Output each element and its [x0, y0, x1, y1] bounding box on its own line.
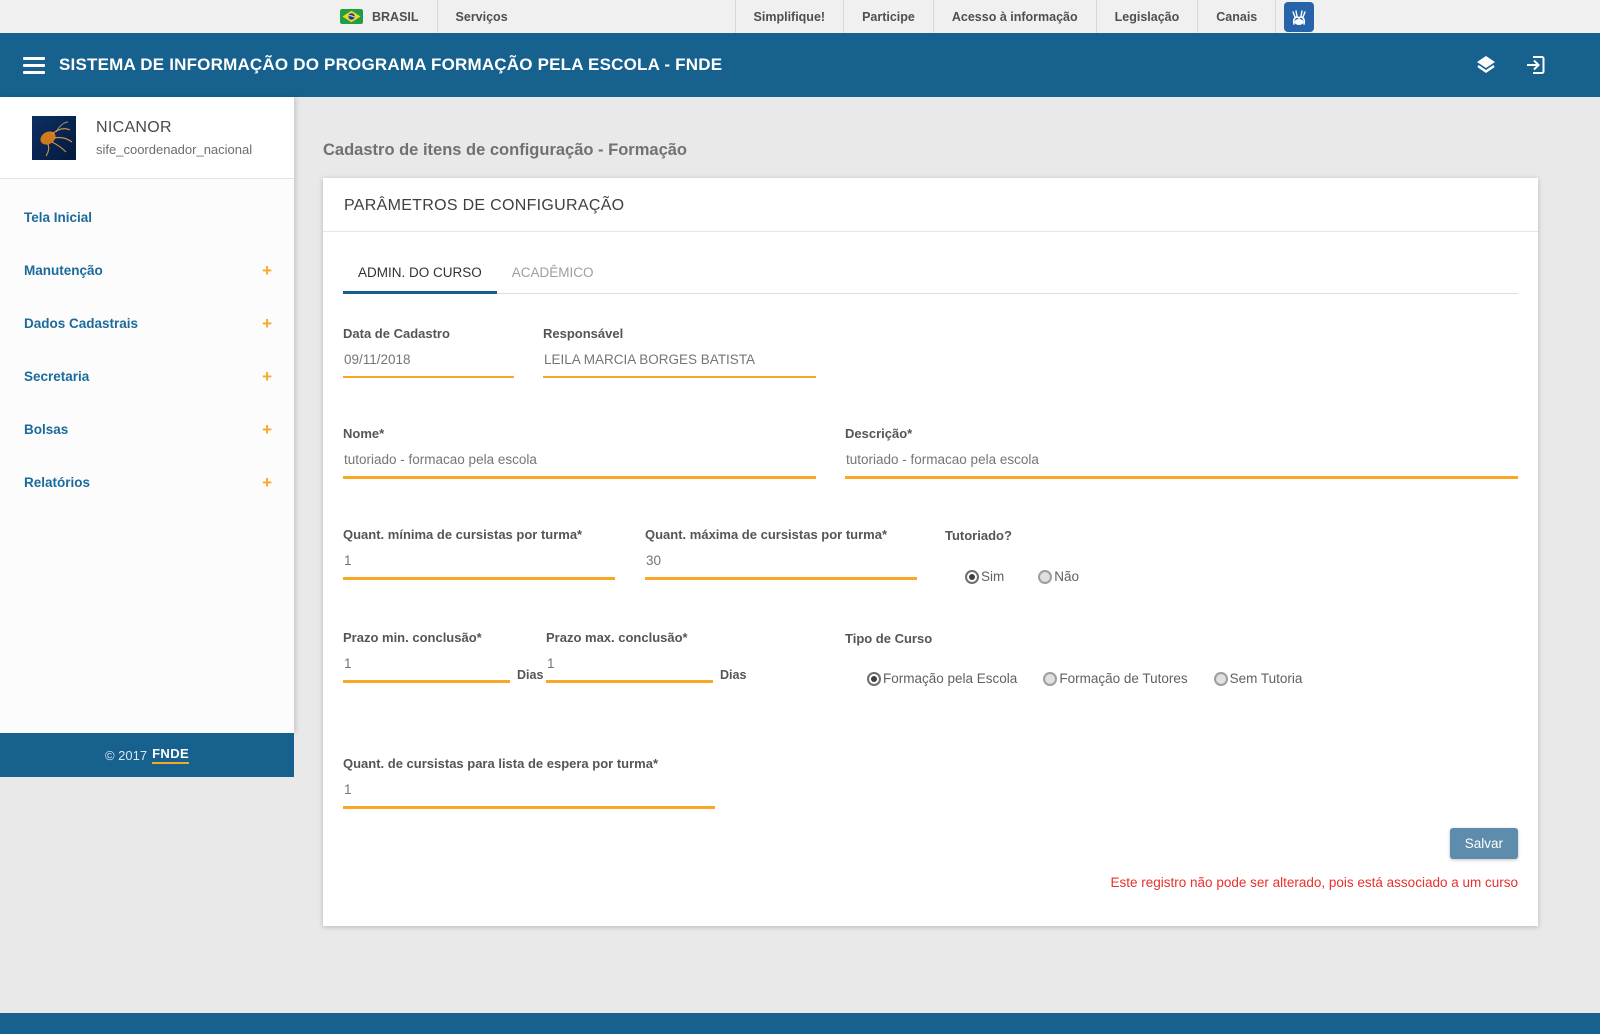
descricao-input[interactable]	[845, 452, 1518, 479]
tab-bar: ADMIN. DO CURSO ACADÊMICO	[343, 253, 1518, 294]
warning-message: Este registro não pode ser alterado, poi…	[1111, 875, 1518, 890]
brasil-brand[interactable]: BRASIL	[322, 0, 437, 33]
quant-min-input[interactable]	[343, 553, 615, 580]
descricao-label: Descrição*	[845, 426, 1518, 441]
radio-formacao-de-tutores[interactable]: Formação de Tutores	[1043, 671, 1187, 686]
sidebar-item-secretaria[interactable]: Secretaria +	[0, 350, 294, 403]
config-card: PARÂMETROS DE CONFIGURAÇÃO ADMIN. DO CUR…	[323, 178, 1538, 926]
data-cadastro-input[interactable]	[343, 352, 514, 378]
radio-label: Não	[1054, 569, 1079, 584]
brasil-label: BRASIL	[372, 10, 419, 24]
prazo-max-label: Prazo max. conclusão*	[546, 630, 749, 645]
sidebar-item-bolsas[interactable]: Bolsas +	[0, 403, 294, 456]
legislacao-label: Legislação	[1115, 10, 1180, 24]
servicos-label: Serviços	[456, 10, 508, 24]
quant-espera-input[interactable]	[343, 782, 715, 809]
fnde-link[interactable]: FNDE	[152, 746, 189, 764]
brazil-flag-icon	[340, 9, 363, 24]
quant-max-label: Quant. máxima de cursistas por turma*	[645, 527, 917, 542]
data-cadastro-label: Data de Cadastro	[343, 326, 514, 341]
quant-min-label: Quant. mínima de cursistas por turma*	[343, 527, 615, 542]
expand-plus-icon: +	[262, 262, 272, 279]
govbar-legislacao[interactable]: Legislação	[1096, 0, 1198, 33]
participe-label: Participe	[862, 10, 915, 24]
config-form: Data de Cadastro Responsável Nome* Descr…	[323, 326, 1538, 809]
sidebar-item-label: Secretaria	[24, 369, 89, 384]
sidebar-menu: Tela Inicial Manutenção + Dados Cadastra…	[0, 179, 294, 509]
govbar-canais[interactable]: Canais	[1197, 0, 1276, 33]
prazo-min-dias-suffix: Dias	[517, 668, 543, 682]
tutoriado-label: Tutoriado?	[945, 528, 1012, 543]
sidebar-footer: © 2017 FNDE	[0, 733, 294, 777]
simplifique-label: Simplifique!	[754, 10, 826, 24]
nome-label: Nome*	[343, 426, 816, 441]
sidebar-item-label: Dados Cadastrais	[24, 316, 138, 331]
expand-plus-icon: +	[262, 421, 272, 438]
nome-input[interactable]	[343, 452, 816, 479]
card-title: PARÂMETROS DE CONFIGURAÇÃO	[323, 178, 1538, 232]
expand-plus-icon: +	[262, 474, 272, 491]
user-name: NICANOR	[96, 119, 252, 137]
sidebar-item-dados-cadastrais[interactable]: Dados Cadastrais +	[0, 297, 294, 350]
menu-hamburger-icon[interactable]	[23, 57, 45, 74]
govbar-servicos[interactable]: Serviços	[437, 0, 735, 33]
user-block: NICANOR sife_coordenador_nacional	[0, 97, 294, 179]
radio-unselected-icon	[1214, 672, 1228, 686]
copyright-text: © 2017	[105, 748, 147, 763]
radio-label: Sim	[981, 569, 1004, 584]
save-button[interactable]: Salvar	[1450, 828, 1518, 859]
sidebar-item-label: Manutenção	[24, 263, 103, 278]
radio-label: Formação de Tutores	[1059, 671, 1187, 686]
sidebar: NICANOR sife_coordenador_nacional Tela I…	[0, 97, 294, 777]
radio-unselected-icon	[1043, 672, 1057, 686]
bottom-bar	[0, 1013, 1600, 1034]
tipo-curso-group: Tipo de Curso Formação pela Escola Forma…	[845, 630, 1302, 686]
tab-admin-do-curso[interactable]: ADMIN. DO CURSO	[343, 253, 497, 294]
user-avatar	[32, 116, 76, 160]
radio-formacao-pela-escola[interactable]: Formação pela Escola	[867, 671, 1017, 686]
government-bar: BRASIL Serviços Simplifique! Participe A…	[0, 0, 1600, 33]
prazo-max-input[interactable]	[546, 656, 713, 683]
sidebar-item-relatorios[interactable]: Relatórios +	[0, 456, 294, 509]
govbar-simplifique[interactable]: Simplifique!	[735, 0, 844, 33]
sidebar-item-label: Tela Inicial	[24, 210, 92, 225]
quant-max-input[interactable]	[645, 553, 917, 580]
sidebar-item-label: Relatórios	[24, 475, 90, 490]
prazo-min-input[interactable]	[343, 656, 510, 683]
radio-unselected-icon	[1038, 570, 1052, 584]
canais-label: Canais	[1216, 10, 1257, 24]
user-role: sife_coordenador_nacional	[96, 142, 252, 157]
sidebar-item-manutencao[interactable]: Manutenção +	[0, 244, 294, 297]
radio-sem-tutoria[interactable]: Sem Tutoria	[1214, 671, 1303, 686]
radio-tutoriado-sim[interactable]: Sim	[965, 569, 1004, 584]
govbar-participe[interactable]: Participe	[843, 0, 933, 33]
app-header: SISTEMA DE INFORMAÇÃO DO PROGRAMA FORMAÇ…	[0, 33, 1600, 97]
tutoriado-group: Tutoriado? Sim Não	[945, 527, 1079, 584]
page-title: Cadastro de itens de configuração - Form…	[294, 97, 1600, 160]
main-content: Cadastro de itens de configuração - Form…	[294, 97, 1600, 1034]
logout-icon[interactable]	[1524, 53, 1548, 77]
app-title: SISTEMA DE INFORMAÇÃO DO PROGRAMA FORMAÇ…	[59, 55, 722, 75]
radio-selected-icon	[965, 570, 979, 584]
expand-plus-icon: +	[262, 368, 272, 385]
acesso-informacao-label: Acesso à informação	[952, 10, 1078, 24]
responsavel-label: Responsável	[543, 326, 816, 341]
vlibras-accessibility-icon[interactable]	[1284, 2, 1314, 32]
radio-label: Formação pela Escola	[883, 671, 1017, 686]
sidebar-item-tela-inicial[interactable]: Tela Inicial	[0, 191, 294, 244]
tab-academico[interactable]: ACADÊMICO	[497, 253, 609, 294]
radio-selected-icon	[867, 672, 881, 686]
radio-tutoriado-nao[interactable]: Não	[1038, 569, 1079, 584]
prazo-max-dias-suffix: Dias	[720, 668, 746, 682]
tipo-curso-label: Tipo de Curso	[845, 631, 932, 646]
responsavel-input[interactable]	[543, 352, 816, 378]
sidebar-item-label: Bolsas	[24, 422, 68, 437]
expand-plus-icon: +	[262, 315, 272, 332]
layers-icon[interactable]	[1474, 53, 1498, 77]
radio-label: Sem Tutoria	[1230, 671, 1303, 686]
prazo-min-label: Prazo min. conclusão*	[343, 630, 546, 645]
quant-espera-label: Quant. de cursistas para lista de espera…	[343, 756, 715, 771]
govbar-acesso-informacao[interactable]: Acesso à informação	[933, 0, 1096, 33]
